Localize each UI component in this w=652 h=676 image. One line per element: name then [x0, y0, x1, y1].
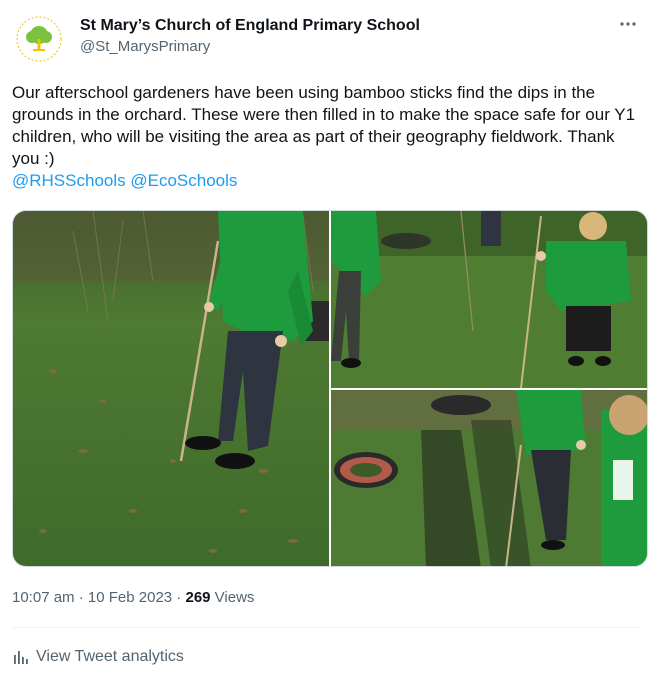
meta-separator-2: · [172, 589, 186, 606]
tweet-mentions: @RHSSchools @EcoSchools [12, 170, 640, 192]
bar-chart-icon [14, 651, 28, 664]
view-tweet-analytics-button[interactable]: View Tweet analytics [12, 647, 184, 667]
tweet-body: Our afterschool gardeners have been usin… [12, 83, 636, 168]
tweet-time[interactable]: 10:07 am [12, 589, 75, 606]
tweet-media-grid [12, 210, 648, 567]
more-horizontal-icon [620, 22, 636, 26]
photo-child-with-bamboo-stick[interactable] [13, 211, 329, 566]
photo-children-in-grass-image [331, 211, 647, 388]
mention-rhsschools-link[interactable]: @RHSSchools [12, 171, 126, 190]
tweet-text: Our afterschool gardeners have been usin… [12, 82, 640, 192]
photo-tyre-and-shadows-image [331, 390, 647, 566]
photo-children-in-grass[interactable] [331, 211, 647, 388]
analytics-label: View Tweet analytics [36, 648, 184, 665]
views-label: Views [210, 589, 255, 606]
author-display-name[interactable]: St Mary’s Church of England Primary Scho… [80, 16, 420, 36]
mention-ecoschools-link[interactable]: @EcoSchools [130, 171, 237, 190]
author-block: St Mary’s Church of England Primary Scho… [80, 16, 420, 57]
photo-tyre-and-shadows[interactable] [331, 390, 647, 566]
tweet-date[interactable]: 10 Feb 2023 [88, 589, 172, 606]
view-count: 269 [185, 589, 211, 606]
school-tree-logo-icon [13, 13, 65, 65]
author-handle[interactable]: @St_MarysPrimary [80, 37, 420, 57]
divider [12, 627, 640, 628]
avatar[interactable] [12, 12, 66, 66]
tweet-meta: 10:07 am · 10 Feb 2023 · 269 Views [12, 588, 254, 608]
photo-child-with-bamboo-stick-image [13, 211, 329, 566]
meta-separator: · [74, 589, 88, 606]
more-options-button[interactable] [616, 12, 640, 36]
